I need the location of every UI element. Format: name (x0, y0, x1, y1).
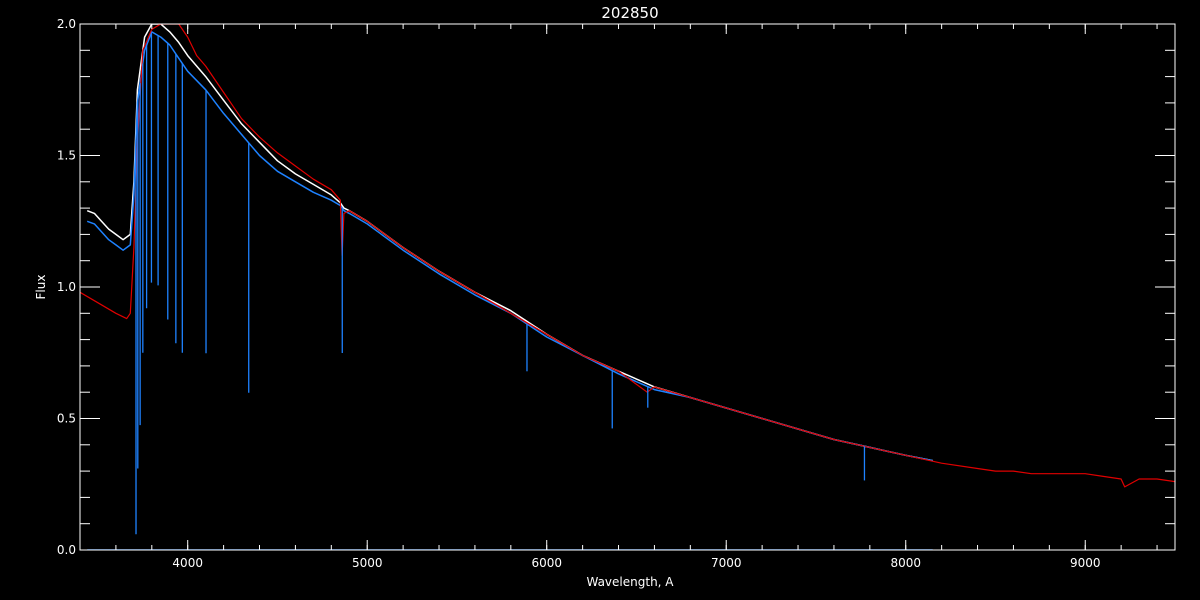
y-tick-label: 1.5 (57, 149, 76, 163)
x-tick-label: 6000 (531, 556, 562, 570)
chart-background (0, 0, 1200, 600)
x-tick-label: 8000 (890, 556, 921, 570)
chart-title: 202850 (601, 4, 658, 22)
x-tick-label: 5000 (352, 556, 383, 570)
y-tick-label: 2.0 (57, 17, 76, 31)
y-tick-label: 1.0 (57, 280, 76, 294)
x-tick-label: 4000 (172, 556, 203, 570)
x-axis-label: Wavelength, A (586, 575, 674, 589)
y-tick-label: 0.5 (57, 412, 76, 426)
spectrum-chart: 202850 Wavelength, A Flux 4000 5000 6000 70… (0, 0, 1200, 600)
x-tick-label: 9000 (1070, 556, 1101, 570)
x-tick-label: 7000 (711, 556, 742, 570)
y-axis-label: Flux (34, 275, 48, 300)
y-tick-label: 0.0 (57, 543, 76, 557)
